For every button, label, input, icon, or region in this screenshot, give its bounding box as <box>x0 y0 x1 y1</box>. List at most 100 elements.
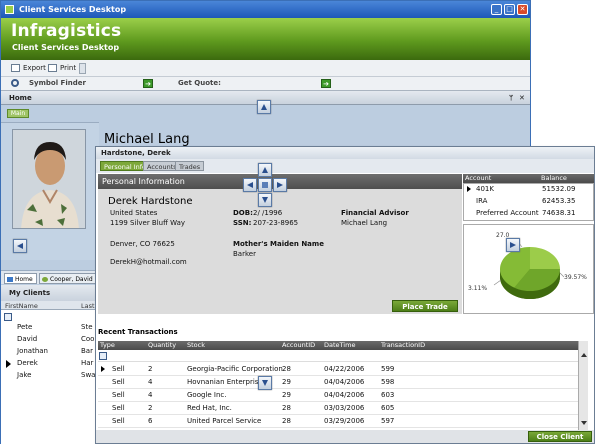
txn-quantity: 6 <box>148 417 153 425</box>
column-header-quantity[interactable]: Quantity <box>148 341 176 350</box>
pie-slice[interactable] <box>530 247 560 269</box>
client-row[interactable]: Jonathan Bar <box>1 347 99 357</box>
scroll-up-icon[interactable] <box>581 353 587 357</box>
get-quote-label: Get Quote: <box>178 79 221 87</box>
column-header-accountid[interactable]: AccountID <box>282 341 315 350</box>
row-pointer-icon <box>467 186 471 192</box>
account-balance: 62453.35 <box>542 197 576 205</box>
place-trade-button[interactable]: Place Trade <box>392 300 458 312</box>
client-first: Jake <box>17 371 32 379</box>
account-row[interactable]: Preferred Account 74638.31 <box>464 209 593 219</box>
txn-quantity: 4 <box>148 391 153 399</box>
scroll-down-icon[interactable] <box>581 421 587 425</box>
symbol-finder-input[interactable] <box>79 79 139 89</box>
txn-stock: United Parcel Service <box>187 417 262 425</box>
pane-close-icon[interactable]: ✕ <box>519 91 525 105</box>
close-client-button[interactable]: Close Client <box>528 431 592 442</box>
account-column-header[interactable]: Account <box>465 174 491 183</box>
dock-center-left-indicator[interactable] <box>243 178 257 192</box>
minimize-button[interactable]: _ <box>491 4 502 15</box>
window-title: Client Services Desktop <box>19 5 127 14</box>
client-row-selected[interactable]: Derek Har <box>1 359 99 369</box>
account-name: Preferred Account <box>476 209 539 217</box>
export-icon <box>11 64 20 72</box>
column-header-stock[interactable]: Stock <box>187 341 205 350</box>
client-row[interactable]: David Coo <box>1 335 99 345</box>
export-button[interactable]: Export <box>11 62 46 74</box>
txn-date: 04/04/2006 <box>324 378 365 386</box>
txn-stock: Red Hat, Inc. <box>187 404 232 412</box>
brand-title: Infragistics <box>11 21 122 41</box>
client-row[interactable]: Pete Ste <box>1 323 99 333</box>
home-icon <box>7 277 13 282</box>
recent-transactions-title: Recent Transactions <box>98 328 178 336</box>
tab-home[interactable]: Home <box>4 273 37 284</box>
column-header-firstname[interactable]: FirstName <box>5 302 38 310</box>
dob-value: 2/ /1996 <box>253 209 283 217</box>
print-button[interactable]: Print <box>48 62 76 74</box>
account-row[interactable]: 401K 51532.09 <box>464 185 593 195</box>
txn-stock: Georgia-Pacific Corporation <box>187 365 283 373</box>
txn-account: 28 <box>282 365 291 373</box>
dock-top-indicator[interactable] <box>257 100 271 114</box>
quote-go-button[interactable]: ➔ <box>321 79 331 88</box>
country: United States <box>110 209 158 217</box>
txn-date: 04/22/2006 <box>324 365 365 373</box>
maiden-name-value: Barker <box>233 250 256 258</box>
txn-account: 28 <box>282 417 291 425</box>
tab-client-label: Cooper, David <box>50 276 93 283</box>
dock-center-right-indicator[interactable] <box>273 178 287 192</box>
dock-bottom-indicator[interactable] <box>258 376 272 390</box>
toolbar-overflow-icon[interactable] <box>79 63 86 74</box>
txn-account: 29 <box>282 378 291 386</box>
city-state-zip: Denver, CO 76625 <box>110 240 175 248</box>
dock-right-indicator[interactable] <box>506 238 520 252</box>
main-window-titlebar[interactable]: Client Services Desktop <box>1 1 530 18</box>
pie-label: 3.11% <box>468 285 488 292</box>
txn-account: 29 <box>282 391 291 399</box>
app-icon <box>5 5 14 14</box>
client-last: Swa <box>81 371 96 379</box>
symbol-go-button[interactable]: ➔ <box>143 79 153 88</box>
transaction-row[interactable]: Sell 2 Georgia-Pacific Corporation 28 04… <box>98 364 578 376</box>
client-row[interactable]: Jake Swa <box>1 371 99 381</box>
column-header-type[interactable]: Type <box>100 341 115 350</box>
txn-id: 599 <box>381 365 395 373</box>
get-quote-input[interactable] <box>216 79 316 89</box>
tab-trades[interactable]: Trades <box>175 161 205 171</box>
column-header-datetime[interactable]: DateTime <box>324 341 355 350</box>
advisor-label: Financial Advisor <box>341 209 409 217</box>
account-name: 401K <box>476 185 494 193</box>
client-window-titlebar[interactable]: Hardstone, Derek <box>96 147 594 159</box>
dock-center-bottom-indicator[interactable] <box>258 193 272 207</box>
column-header-last[interactable]: Last <box>81 302 95 310</box>
maiden-name-label: Mother's Maiden Name <box>233 240 324 248</box>
account-balance: 51532.09 <box>542 185 576 193</box>
tab-client[interactable]: Cooper, David <box>39 273 97 284</box>
column-header-transactionid[interactable]: TransactionID <box>381 341 425 350</box>
dock-left-indicator[interactable] <box>13 239 27 253</box>
symbol-finder-label: Symbol Finder <box>29 79 86 87</box>
row-select-icon[interactable] <box>99 352 107 360</box>
row-select-icon[interactable] <box>4 313 12 321</box>
transaction-row[interactable]: Sell 4 Google Inc. 29 04/04/2006 603 <box>98 390 578 402</box>
client-window-footer <box>96 430 594 443</box>
ssn-label: SSN: <box>233 219 252 227</box>
maximize-button[interactable]: □ <box>504 4 515 15</box>
transaction-row[interactable]: Sell 2 Red Hat, Inc. 28 03/03/2006 605 <box>98 403 578 415</box>
client-full-name: Derek Hardstone <box>108 196 193 207</box>
account-row[interactable]: IRA 62453.35 <box>464 197 593 207</box>
transaction-row[interactable]: Sell 4 Hovnanian Enterprise 29 04/04/200… <box>98 377 578 389</box>
balance-column-header[interactable]: Balance <box>541 174 567 183</box>
tab-main[interactable]: Main <box>7 109 29 118</box>
transactions-scrollbar[interactable] <box>578 341 588 430</box>
close-button[interactable]: ✕ <box>517 4 528 15</box>
txn-type: Sell <box>112 378 125 386</box>
dock-center-fill-indicator[interactable] <box>258 178 272 192</box>
transactions-header: Type Quantity Stock AccountID DateTime T… <box>98 341 588 350</box>
pin-icon[interactable]: ᛘ <box>509 91 513 105</box>
dock-center-top-indicator[interactable] <box>258 163 272 177</box>
my-clients-grid: FirstName Last Pete Ste David Coo Jonath… <box>1 301 99 444</box>
client-first: Derek <box>17 359 38 367</box>
transaction-row[interactable]: Sell 6 United Parcel Service 28 03/29/20… <box>98 416 578 428</box>
